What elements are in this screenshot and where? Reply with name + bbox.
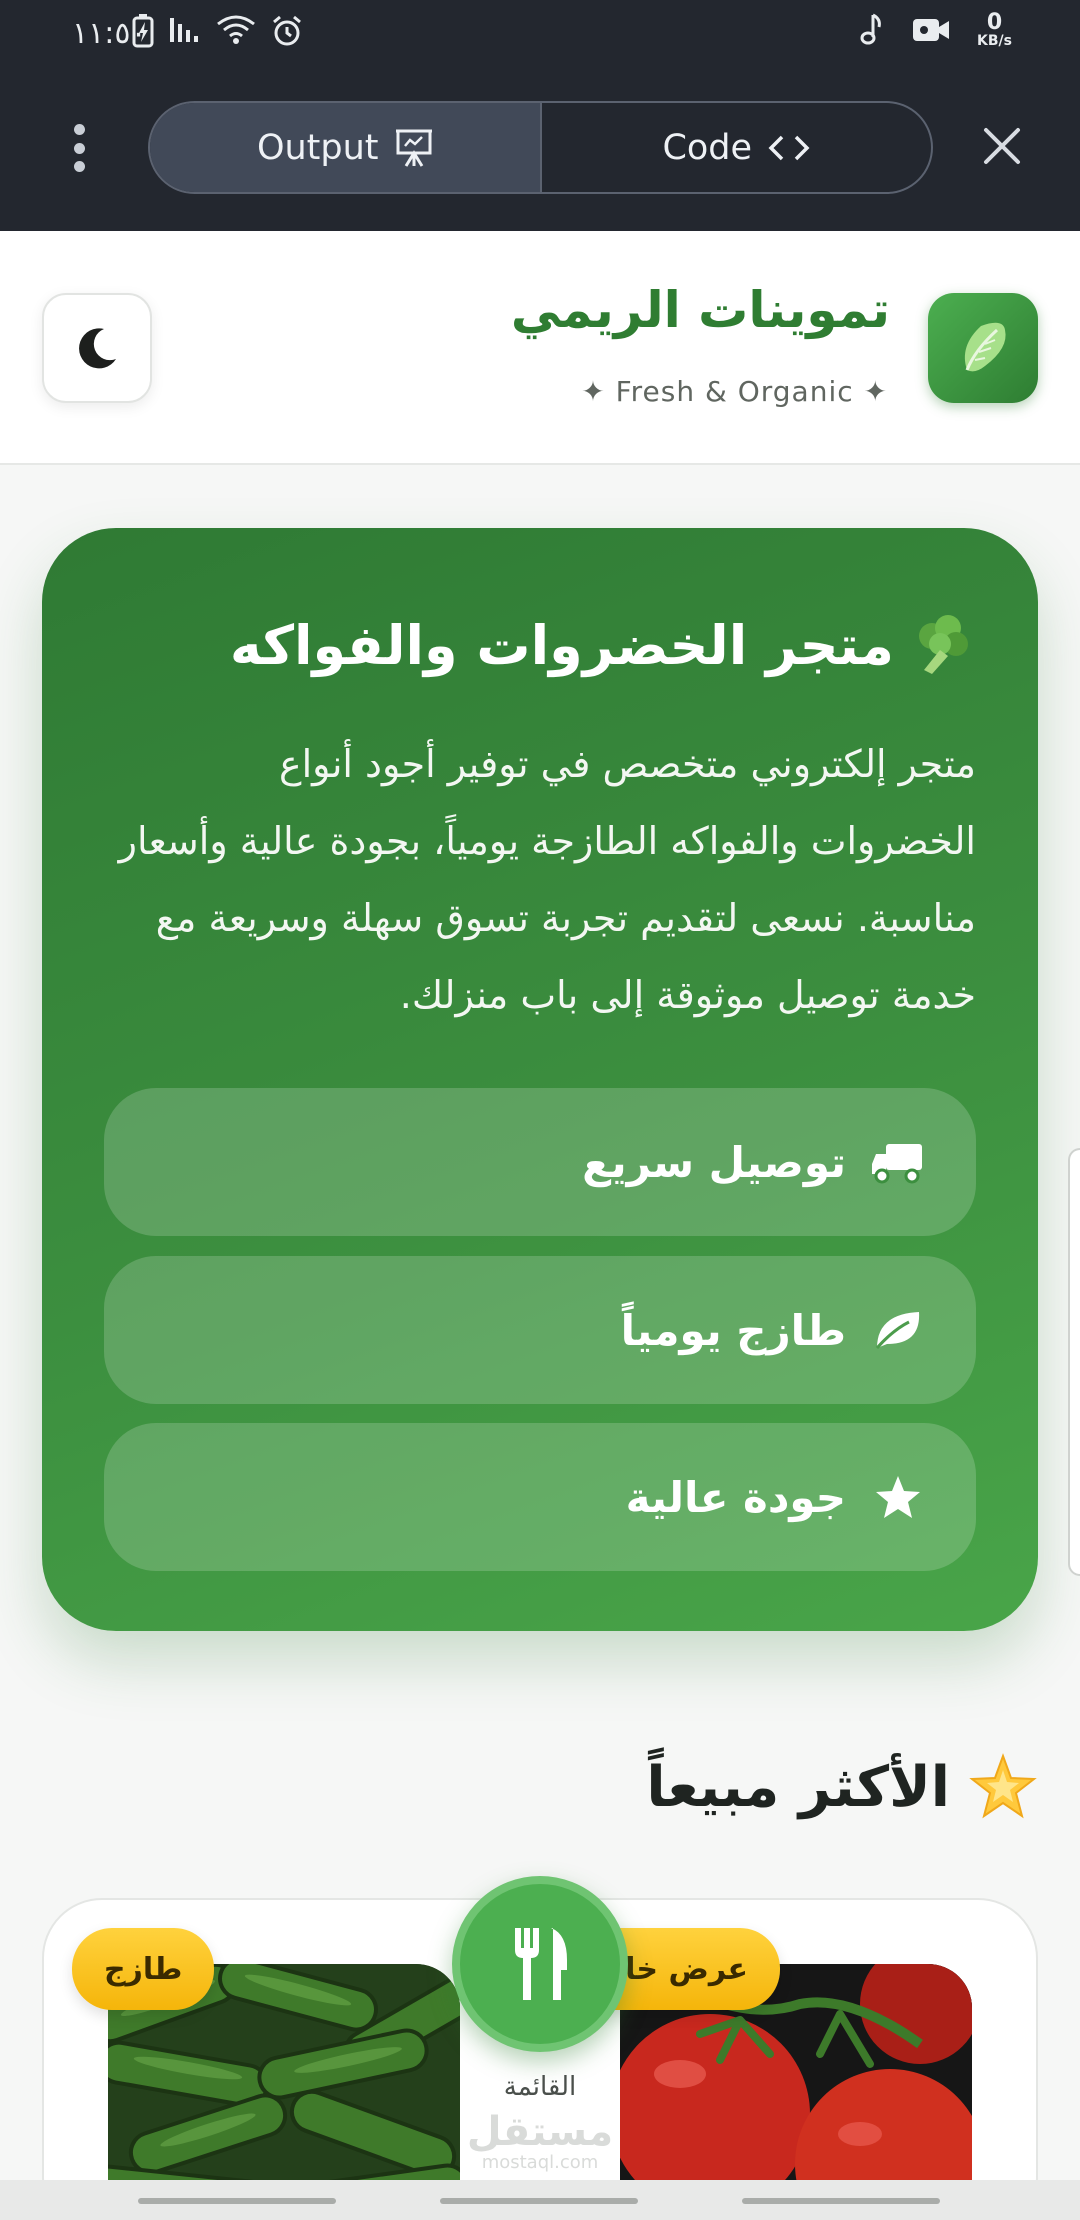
close-icon[interactable] bbox=[980, 124, 1024, 168]
hero-title: متجر الخضروات والفواكه bbox=[230, 612, 976, 678]
brand-logo bbox=[928, 293, 1038, 403]
viewer-toolbar: ١١:٥٠ 0 KB/s Output Code bbox=[0, 0, 1080, 231]
signal-icon bbox=[170, 18, 198, 42]
menu-fab-group: القائمة مستقل mostaql.com bbox=[452, 1876, 628, 2206]
about-card: متجر الخضروات والفواكه متجر إلكتروني متخ… bbox=[42, 528, 1038, 1631]
wifi-icon bbox=[217, 15, 255, 44]
music-note-icon bbox=[860, 13, 881, 45]
nav-back-handle[interactable] bbox=[138, 2198, 336, 2204]
menu-button[interactable] bbox=[452, 1876, 628, 2052]
lettuce-icon bbox=[964, 322, 1006, 372]
nav-home-handle[interactable] bbox=[440, 2198, 638, 2204]
truck-icon bbox=[872, 1144, 922, 1184]
glowing-star-icon bbox=[969, 1753, 1037, 1819]
best-sellers-title: الأكثر مبيعاً bbox=[646, 1752, 1038, 1822]
scrollbar-handle[interactable] bbox=[1068, 1148, 1080, 1576]
alarm-icon bbox=[273, 15, 301, 46]
video-camera-icon bbox=[913, 19, 950, 41]
feature-fast-delivery[interactable]: توصيل سريع bbox=[104, 1088, 976, 1236]
brand-tagline: ✦ Fresh & Organic ✦ bbox=[581, 375, 888, 408]
system-nav-bar bbox=[0, 2180, 1080, 2220]
feature-fresh-daily[interactable]: طازج يومياً bbox=[104, 1256, 976, 1404]
network-speed: 0 KB/s bbox=[977, 10, 1012, 49]
moon-icon bbox=[79, 328, 116, 369]
leaf-icon bbox=[875, 1312, 920, 1349]
feature-high-quality[interactable]: جودة عالية bbox=[104, 1423, 976, 1571]
theme-toggle-button[interactable] bbox=[42, 293, 152, 403]
presentation-icon bbox=[395, 129, 432, 167]
watermark-logo: مستقل mostaql.com bbox=[466, 2109, 614, 2173]
more-options-icon[interactable] bbox=[68, 124, 90, 172]
hero-description: متجر إلكتروني متخصص في توفير أجود أنواع … bbox=[118, 742, 976, 1017]
nav-recents-handle[interactable] bbox=[742, 2198, 940, 2204]
broccoli-icon bbox=[919, 615, 968, 674]
output-code-toggle: Output Code bbox=[148, 101, 933, 194]
menu-label: القائمة bbox=[503, 2072, 577, 2102]
code-icon bbox=[768, 135, 810, 160]
fork-knife-icon bbox=[515, 1928, 567, 2000]
battery-charging-icon bbox=[132, 14, 154, 48]
star-icon bbox=[876, 1476, 920, 1518]
site-header: تموينات الريمي ✦ Fresh & Organic ✦ bbox=[0, 231, 1080, 465]
status-bar: ١١:٥٠ 0 KB/s bbox=[0, 10, 1080, 60]
product-badge-fresh: طازج bbox=[72, 1928, 215, 2010]
tab-output[interactable]: Output bbox=[150, 103, 540, 192]
brand-title: تموينات الريمي bbox=[510, 281, 890, 339]
tab-code[interactable]: Code bbox=[539, 103, 932, 192]
